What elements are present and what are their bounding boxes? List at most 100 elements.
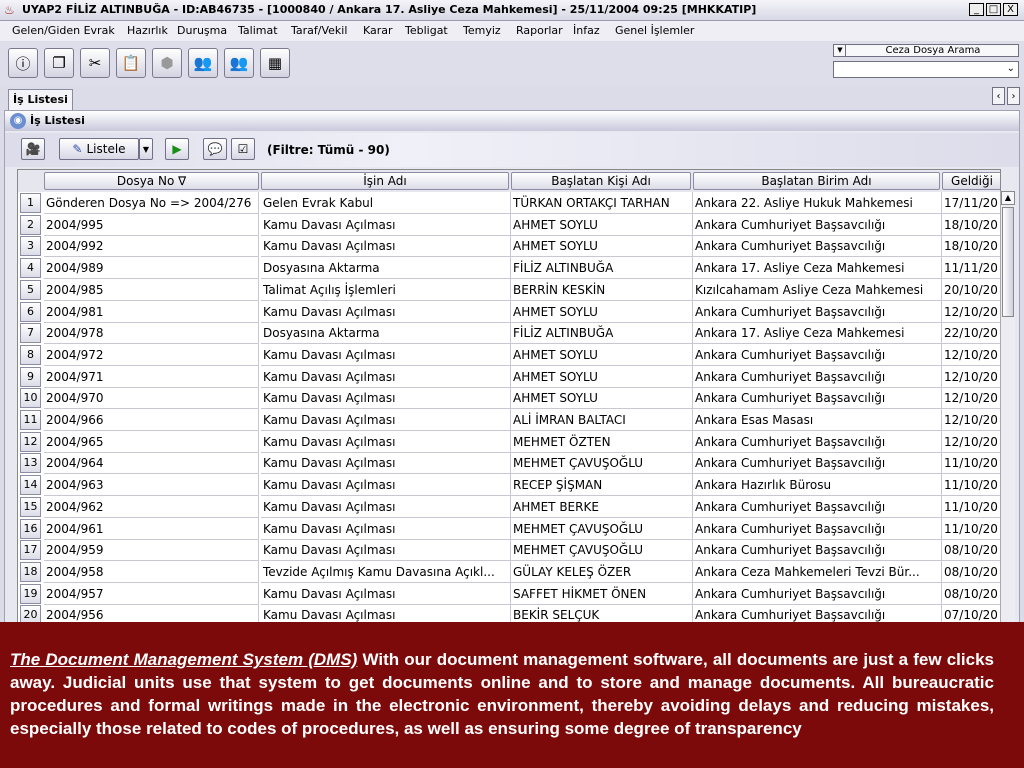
chevron-down-icon[interactable]: ⌄ [1007,63,1015,74]
cell-baslatan-birim: Ankara Cumhuriyet Başsavcılığı [693,213,942,236]
cell-isin-adi: Talimat Açılış İşlemleri [261,278,511,301]
stop-icon[interactable]: ⬢ [152,48,182,78]
paste-icon[interactable]: 📋 [116,48,146,78]
list-button[interactable]: ✎ Listele [59,138,139,160]
table-row[interactable]: 8 2004/972 Kamu Davası Açılması AHMET SOYLU… [18,343,1000,366]
cell-baslatan-birim: Ankara Esas Masası [693,409,942,431]
caption-heading: The Document Management System (DMS) [10,650,358,669]
tab-next-icon[interactable]: › [1007,87,1020,105]
cell-baslatan-kisi: MEHMET ÖZTEN [511,430,693,453]
cell-baslatan-birim: Ankara Cumhuriyet Başsavcılığı [693,343,942,366]
play-icon[interactable]: ▶ [165,138,189,160]
cell-isin-adi: Kamu Davası Açılması [261,539,511,562]
col-geldigi[interactable]: Geldiği [942,172,1000,190]
users-icon[interactable]: 👥 [188,48,218,78]
table-row[interactable]: 19 2004/957 Kamu Davası Açılması SAFFET HİK… [18,582,1000,605]
cell-baslatan-birim: Ankara Cumhuriyet Başsavcılığı [693,300,942,323]
menu-genel-islemler[interactable]: Genel İşlemler [615,24,694,37]
table-row[interactable]: 13 2004/964 Kamu Davası Açılması MEHMET ÇAV… [18,452,1000,475]
cell-geldigi: 12/10/20 [942,387,1000,410]
user-group-icon[interactable]: 👥 [224,48,254,78]
cell-isin-adi: Kamu Davası Açılması [261,474,511,497]
cell-geldigi: 11/11/20 [942,257,1000,280]
case-search-selector[interactable]: ▼ Ceza Dosya Arama [833,44,1019,57]
cell-geldigi: 12/10/20 [942,344,1000,366]
cell-geldigi: 12/10/20 [942,431,1000,453]
cell-dosya-no: 2004/970 [44,387,259,410]
cell-baslatan-birim: Ankara Cumhuriyet Başsavcılığı [693,582,942,605]
col-baslatan-birim[interactable]: Başlatan Birim Adı [693,172,940,190]
menu-tebligat[interactable]: Tebligat [405,24,448,37]
menu-gelen-giden-evrak[interactable]: Gelen/Giden Evrak [12,24,115,37]
close-button[interactable]: X [1003,3,1018,16]
cell-isin-adi: Dosyasına Aktarma [261,257,511,280]
cell-dosya-no: 2004/981 [44,300,259,323]
table-row[interactable]: 12 2004/965 Kamu Davası Açılması MEHMET ÖZT… [18,430,1000,453]
col-isin-adi[interactable]: İşin Adı [261,172,509,190]
menu-infaz[interactable]: İnfaz [573,24,600,37]
tab-prev-icon[interactable]: ‹ [992,87,1005,105]
row-number: 4 [20,258,41,279]
cell-baslatan-birim: Ankara 17. Asliye Ceza Mahkemesi [693,257,942,280]
checklist-icon[interactable]: ☑ [231,138,255,160]
scroll-up-icon[interactable]: ▲ [1001,191,1015,205]
case-search: ▼ Ceza Dosya Arama ⌄ [833,44,1019,78]
cell-baslatan-birim: Ankara Ceza Mahkemeleri Tevzi Bür... [693,560,942,583]
cell-baslatan-kisi: GÜLAY KELEŞ ÖZER [511,560,693,583]
tab-strip: İş Listesi ‹ › [0,87,1024,110]
table-row[interactable]: 2 2004/995 Kamu Davası Açılması AHMET SOYLU… [18,213,1000,236]
minimize-button[interactable]: _ [969,3,984,16]
table-row[interactable]: 7 2004/978 Dosyasına Aktarma FİLİZ ALTINBUĞ… [18,322,1000,345]
col-baslatan-kisi[interactable]: Başlatan Kişi Adı [511,172,691,190]
dropdown-arrow-icon[interactable]: ▼ [835,45,846,56]
menu-talimat[interactable]: Talimat [238,24,278,37]
list-dropdown-icon[interactable]: ▼ [139,138,153,160]
cell-dosya-no: 2004/963 [44,474,259,497]
window-title: UYAP2 FİLİZ ALTINBUĞA - ID:AB46735 - [10… [22,3,757,16]
copy-icon[interactable]: ❐ [44,48,74,78]
menu-hazirlik[interactable]: Hazırlık [127,24,168,37]
cell-geldigi: 11/10/20 [942,452,1000,475]
col-dosya-no[interactable]: Dosya No ∇ [44,172,259,190]
comment-icon[interactable]: 💬 [203,138,227,160]
row-number: 9 [20,366,41,387]
table-row[interactable]: 5 2004/985 Talimat Açılış İşlemleri BERRİN … [18,278,1000,301]
menu-durusma[interactable]: Duruşma [177,24,227,37]
table-row[interactable]: 1 Gönderen Dosya No => 2004/276 Gelen Evra… [18,192,1000,214]
table-row[interactable]: 18 2004/958 Tevzide Açılmış Kamu Davasına … [18,560,1000,583]
cell-dosya-no: 2004/965 [44,430,259,453]
menu-karar[interactable]: Karar [363,24,393,37]
menu-taraf-vekil[interactable]: Taraf/Vekil [291,24,347,37]
vertical-scrollbar[interactable]: ▲ [1000,191,1015,627]
cell-baslatan-birim: Ankara Cumhuriyet Başsavcılığı [693,387,942,410]
maximize-button[interactable]: □ [986,3,1001,16]
case-search-input[interactable]: ⌄ [833,61,1019,78]
cell-baslatan-birim: Ankara Cumhuriyet Başsavcılığı [693,495,942,518]
table-row[interactable]: 11 2004/966 Kamu Davası Açılması ALİ İMRAN … [18,409,1000,431]
table-row[interactable]: 4 2004/989 Dosyasına Aktarma FİLİZ ALTINBUĞ… [18,257,1000,280]
menu-raporlar[interactable]: Raporlar [516,24,563,37]
info-icon[interactable]: ⓘ [8,48,38,78]
cell-baslatan-kisi: FİLİZ ALTINBUĞA [511,322,693,345]
scroll-thumb[interactable] [1002,207,1014,317]
projector-icon[interactable]: 🎥 [21,138,45,160]
cell-geldigi: 17/11/20 [942,192,1000,214]
row-number: 2 [20,214,41,235]
table-row[interactable]: 17 2004/959 Kamu Davası Açılması MEHMET ÇAV… [18,539,1000,562]
cut-icon[interactable]: ✂ [80,48,110,78]
table-row[interactable]: 14 2004/963 Kamu Davası Açılması RECEP ŞİŞM… [18,474,1000,497]
calculator-icon[interactable]: ▦ [260,48,290,78]
table-row[interactable]: 3 2004/992 Kamu Davası Açılması AHMET SOYLU… [18,235,1000,258]
cell-baslatan-kisi: TÜRKAN ORTAKÇI TARHAN [511,192,693,214]
menu-temyiz[interactable]: Temyiz [463,24,501,37]
cell-dosya-no: 2004/972 [44,343,259,366]
table-row[interactable]: 16 2004/961 Kamu Davası Açılması MEHMET ÇAV… [18,517,1000,540]
tab-is-listesi[interactable]: İş Listesi [8,89,73,110]
table-row[interactable]: 10 2004/970 Kamu Davası Açılması AHMET SOYL… [18,387,1000,410]
menu-bar: Gelen/Giden Evrak Hazırlık Duruşma Talim… [0,21,1024,41]
cell-geldigi: 08/10/20 [942,561,1000,583]
cell-isin-adi: Kamu Davası Açılması [261,495,511,518]
table-row[interactable]: 6 2004/981 Kamu Davası Açılması AHMET SOYLU… [18,300,1000,323]
table-row[interactable]: 15 2004/962 Kamu Davası Açılması AHMET BERK… [18,495,1000,518]
table-row[interactable]: 9 2004/971 Kamu Davası Açılması AHMET SOYLU… [18,365,1000,388]
